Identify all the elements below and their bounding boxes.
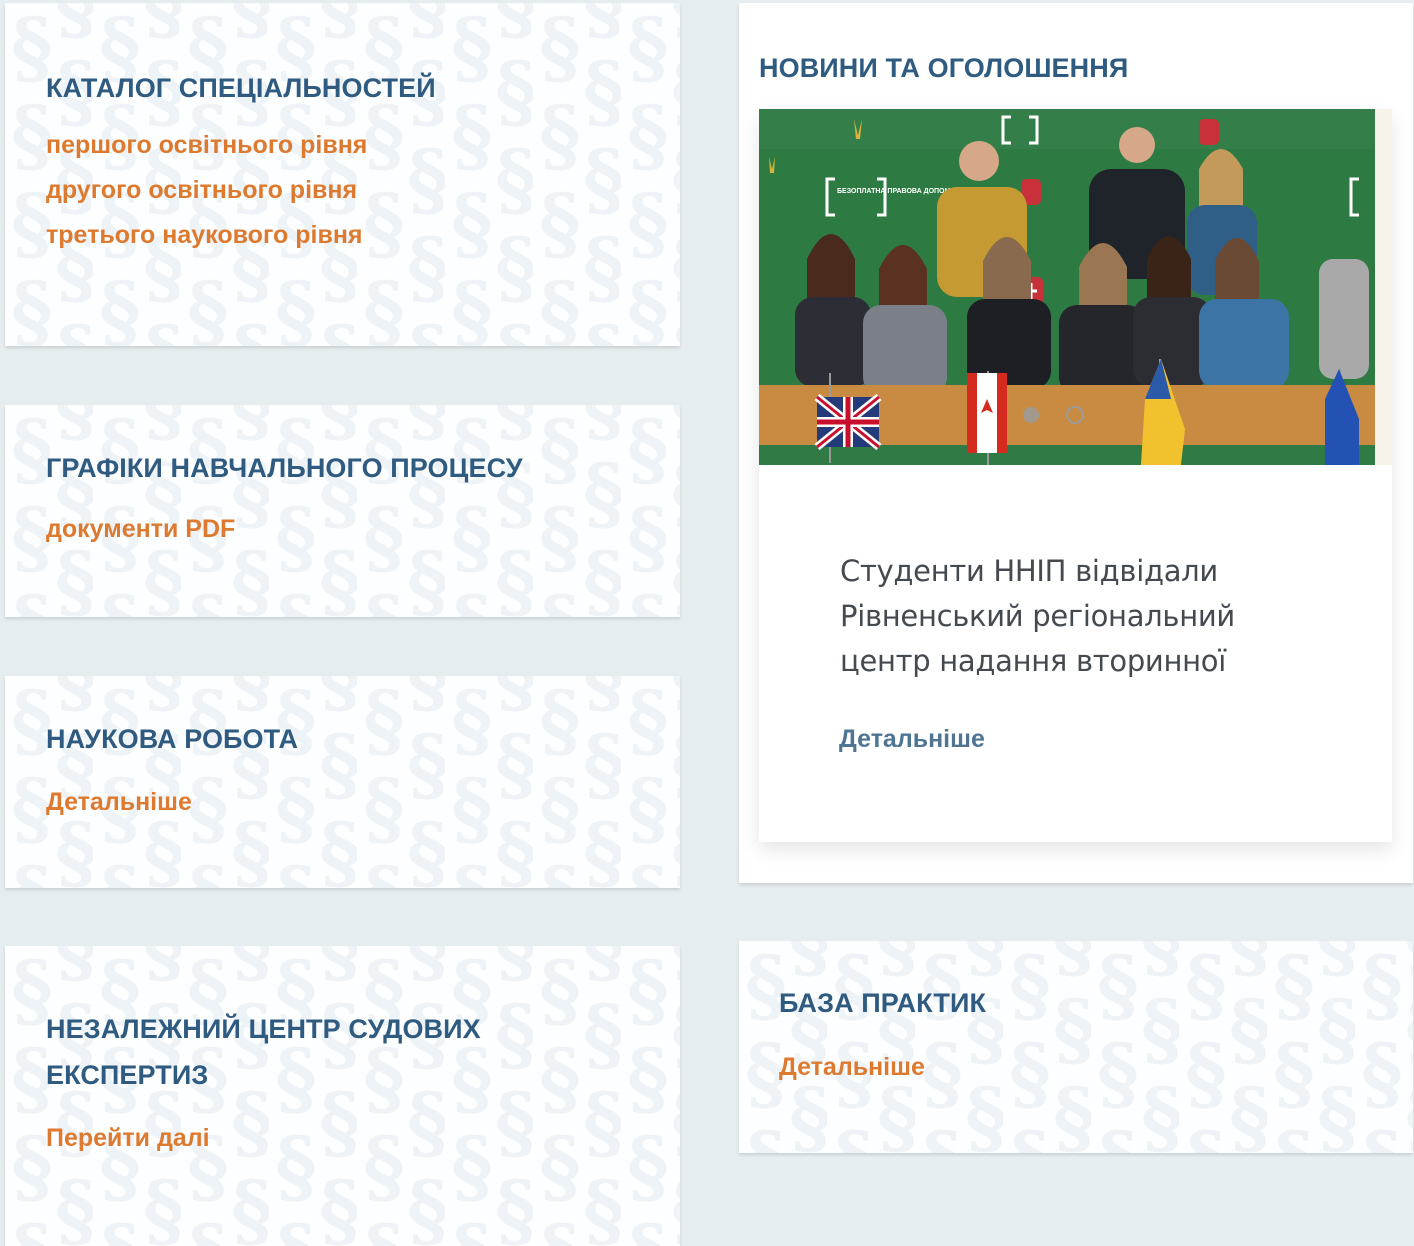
- research-more-link[interactable]: Детальніше: [46, 780, 680, 825]
- news-more-link[interactable]: Детальніше: [839, 719, 985, 759]
- news-photo[interactable]: БЕЗОПЛАТНА ПРАВОВА ДОПОМОГА: [759, 109, 1392, 465]
- expertise-title: НЕЗАЛЕЖНИЙ ЦЕНТР СУДОВИХ ЕКСПЕРТИЗ: [46, 1014, 481, 1090]
- catalog-link-first-level[interactable]: першого освітнього рівня: [46, 123, 680, 168]
- expertise-card: НЕЗАЛЕЖНИЙ ЦЕНТР СУДОВИХ ЕКСПЕРТИЗ Перей…: [5, 946, 680, 1246]
- catalog-title: КАТАЛОГ СПЕЦІАЛЬНОСТЕЙ: [46, 73, 436, 103]
- news-item-card[interactable]: БЕЗОПЛАТНА ПРАВОВА ДОПОМОГА Студенти ННІ…: [759, 109, 1392, 842]
- catalog-link-second-level[interactable]: другого освітнього рівня: [46, 168, 680, 213]
- news-title: НОВИНИ ТА ОГОЛОШЕННЯ: [759, 53, 1129, 83]
- schedules-pdf-link[interactable]: документи PDF: [46, 507, 680, 552]
- practice-card: БАЗА ПРАКТИК Детальніше: [739, 941, 1413, 1153]
- schedules-card: ГРАФІКИ НАВЧАЛЬНОГО ПРОЦЕСУ документи PD…: [5, 405, 680, 617]
- catalog-card: КАТАЛОГ СПЕЦІАЛЬНОСТЕЙ першого освітньог…: [5, 3, 680, 346]
- catalog-link-third-level[interactable]: третього наукового рівня: [46, 213, 680, 258]
- schedules-title: ГРАФІКИ НАВЧАЛЬНОГО ПРОЦЕСУ: [46, 453, 523, 483]
- research-card: НАУКОВА РОБОТА Детальніше: [5, 676, 680, 888]
- news-panel: НОВИНИ ТА ОГОЛОШЕННЯ БЕЗОПЛАТНА ПРАВОВА …: [739, 3, 1413, 883]
- practice-more-link[interactable]: Детальніше: [779, 1045, 1413, 1090]
- practice-title: БАЗА ПРАКТИК: [779, 988, 987, 1018]
- news-headline[interactable]: Студенти ННІП відвідали Рівненський регі…: [840, 549, 1310, 684]
- research-title: НАУКОВА РОБОТА: [46, 724, 299, 754]
- expertise-go-link[interactable]: Перейти далі: [46, 1116, 680, 1161]
